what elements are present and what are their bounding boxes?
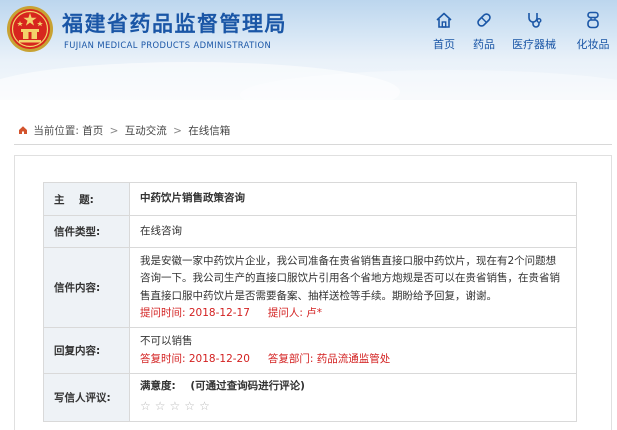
letter-content: 我是安徽一家中药饮片企业，我公司准备在贵省销售直接口服中药饮片，现在有2个问题想…: [129, 247, 577, 328]
letter-content-text: 我是安徽一家中药饮片企业，我公司准备在贵省销售直接口服中药饮片，现在有2个问题想…: [140, 254, 560, 302]
breadcrumb-home-icon: [19, 126, 27, 134]
nav-medical-devices[interactable]: 医疗器械: [506, 10, 562, 52]
site-subtitle: FUJIAN MEDICAL PRODUCTS ADMINISTRATION: [64, 40, 272, 50]
question-meta: 提问时间: 2018-12-17 提问人: 卢*: [140, 305, 566, 322]
letter-subject-text: 中药饮片销售政策咨询: [140, 192, 245, 205]
nav-drugs[interactable]: 药品: [466, 10, 502, 52]
star-icon[interactable]: ☆: [155, 399, 170, 413]
top-nav: 首页 药品 医疗器械 化妆品: [424, 10, 617, 58]
reply-time: 答复时间: 2018-12-20: [140, 352, 250, 365]
nav-medical-devices-label: 医疗器械: [512, 38, 556, 51]
capsule-icon: [477, 13, 491, 27]
table-row: 信件类型: 在线咨询: [43, 215, 577, 248]
reply-department: 答复部门: 药品流通监管处: [267, 352, 391, 365]
rating-stars: ☆☆☆☆☆: [140, 397, 566, 417]
breadcrumb-mailbox-link[interactable]: 在线信箱: [188, 125, 230, 137]
nav-cosmetics[interactable]: 化妆品: [572, 10, 614, 52]
star-icon[interactable]: ☆: [170, 399, 185, 413]
breadcrumb: 当前位置: 首页 > 互动交流 > 在线信箱: [18, 123, 230, 138]
row-label: 信件类型:: [43, 215, 130, 248]
breadcrumb-divider: [14, 144, 612, 145]
star-icon[interactable]: ☆: [199, 399, 214, 413]
letter-type: 在线咨询: [129, 215, 577, 248]
nav-cosmetics-label: 化妆品: [576, 38, 610, 51]
breadcrumb-prefix: 当前位置:: [33, 125, 79, 137]
stethoscope-icon: [528, 13, 542, 28]
site-header: 福建省药品监督管理局 FUJIAN MEDICAL PRODUCTS ADMIN…: [0, 0, 617, 100]
reply-meta: 答复时间: 2018-12-20 答复部门: 药品流通监管处: [140, 351, 566, 368]
breadcrumb-separator: >: [173, 125, 182, 137]
nav-home[interactable]: 首页: [424, 10, 464, 52]
letter-detail-table: 主 题: 中药饮片销售政策咨询 信件类型: 在线咨询 信件内容: 我是安徽一家中…: [43, 182, 577, 423]
question-time: 提问时间: 2018-12-17: [140, 306, 250, 319]
row-label: 回复内容:: [43, 327, 130, 374]
star-icon[interactable]: ☆: [140, 399, 155, 413]
question-author: 提问人: 卢*: [267, 306, 323, 319]
row-label: 信件内容:: [43, 247, 130, 328]
breadcrumb-interaction-link[interactable]: 互动交流: [125, 125, 167, 137]
nav-drugs-label: 药品: [473, 38, 495, 51]
cosmetic-bottle-icon: [587, 11, 599, 29]
table-row: 写信人评议: 满意度: (可通过查询码进行评论) ☆☆☆☆☆: [43, 372, 577, 423]
breadcrumb-separator: >: [109, 125, 119, 137]
home-icon: [436, 12, 452, 28]
letter-subject: 中药饮片销售政策咨询: [129, 182, 577, 216]
breadcrumb-home-link[interactable]: 首页: [82, 125, 103, 137]
nav-home-label: 首页: [433, 38, 455, 51]
table-row: 主 题: 中药饮片销售政策咨询: [43, 182, 577, 216]
reply-text: 不可以销售: [140, 335, 193, 348]
table-row: 信件内容: 我是安徽一家中药饮片企业，我公司准备在贵省销售直接口服中药饮片，现在…: [43, 247, 577, 328]
national-emblem-icon: [7, 6, 53, 52]
satisfaction-hint: 满意度: (可通过查询码进行评论): [140, 380, 305, 392]
table-row: 回复内容: 不可以销售 答复时间: 2018-12-20 答复部门: 药品流通监管…: [43, 327, 577, 374]
site-title: 福建省药品监督管理局: [62, 12, 287, 36]
row-label: 主 题:: [43, 182, 130, 216]
writer-evaluation: 满意度: (可通过查询码进行评论) ☆☆☆☆☆: [129, 372, 577, 423]
star-icon[interactable]: ☆: [184, 399, 199, 413]
reply-content: 不可以销售 答复时间: 2018-12-20 答复部门: 药品流通监管处: [129, 327, 577, 374]
row-label: 写信人评议:: [43, 372, 130, 423]
